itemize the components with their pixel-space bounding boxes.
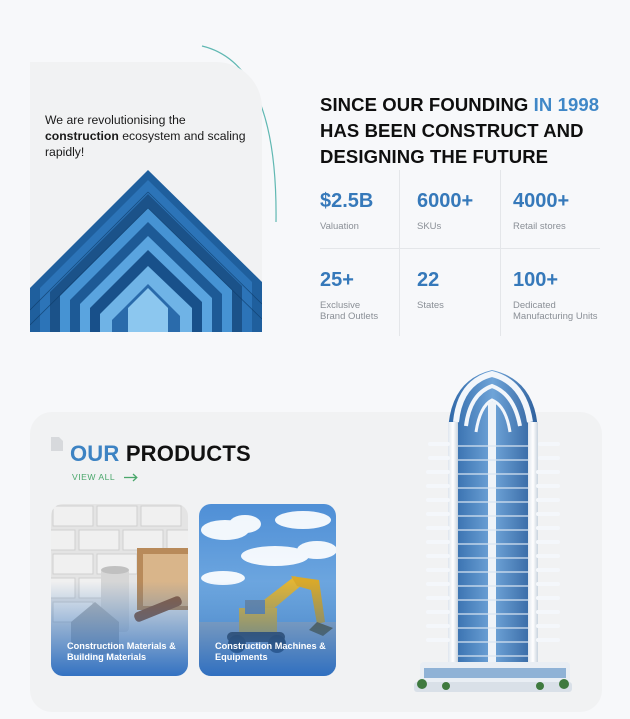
product-card-construction-machines[interactable]: Construction Machines & Equipments	[199, 504, 336, 676]
skyscraper-image	[414, 370, 572, 692]
stat-retail-stores: 4000+ Retail stores	[513, 190, 570, 232]
headline-accent: IN 1998	[533, 94, 600, 115]
intro-card: We are revolutionising the construction …	[30, 62, 262, 332]
stat-valuation: $2.5B Valuation	[320, 190, 374, 232]
stat-states: 22 States	[417, 269, 444, 311]
section-marker-icon	[51, 437, 63, 451]
stat-manufacturing-units: 100+ Dedicated Manufacturing Units	[513, 269, 598, 322]
intro-text: We are revolutionising the construction …	[45, 113, 246, 159]
stats-grid: $2.5B Valuation 6000+ SKUs 4000+ Retail …	[320, 170, 600, 336]
products-title: OUR PRODUCTS	[70, 441, 251, 466]
view-all-label: VIEW ALL	[72, 472, 116, 482]
headline: SINCE OUR FOUNDING IN 1998 HAS BEEN CONS…	[320, 94, 600, 167]
building-facade-image	[30, 170, 262, 332]
arrow-right-icon	[124, 473, 138, 481]
divider	[320, 248, 600, 249]
product-card-building-materials[interactable]: Construction Materials & Building Materi…	[51, 504, 188, 676]
stat-brand-outlets: 25+ Exclusive Brand Outlets	[320, 269, 379, 322]
product-label: Construction Machines & Equipments	[215, 641, 326, 662]
product-label: Construction Materials & Building Materi…	[67, 641, 176, 662]
stat-skus: 6000+ SKUs	[417, 190, 474, 232]
view-all-link[interactable]: VIEW ALL	[72, 472, 138, 482]
